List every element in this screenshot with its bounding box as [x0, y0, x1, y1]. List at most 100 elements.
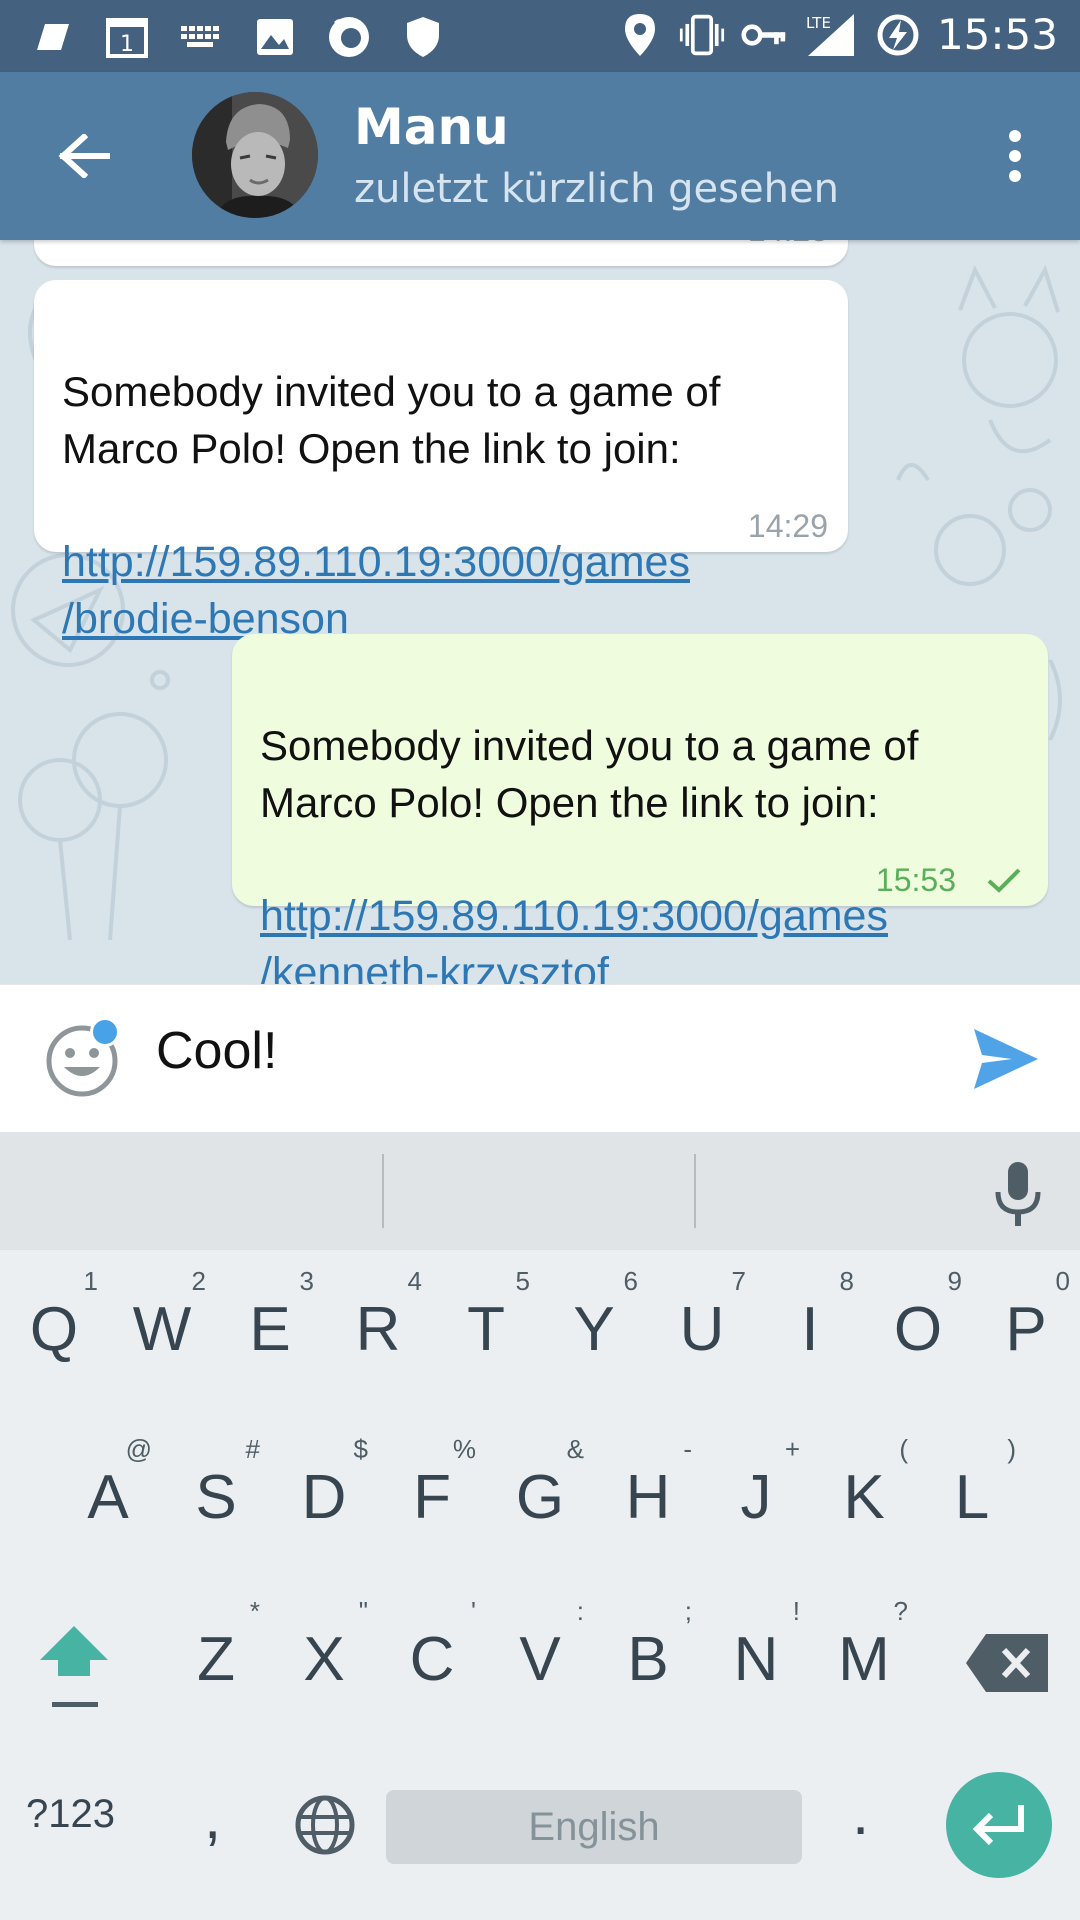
- send-button[interactable]: [968, 1021, 1044, 1097]
- key-r[interactable]: R4: [324, 1250, 432, 1400]
- shift-arrow-icon: [40, 1626, 108, 1707]
- key-v[interactable]: V:: [486, 1580, 594, 1730]
- key-x[interactable]: X ": [270, 1580, 378, 1730]
- comma-key[interactable]: ,: [204, 1782, 221, 1853]
- key-a[interactable]: A @: [54, 1418, 162, 1568]
- enter-arrow-icon: [972, 1805, 1024, 1846]
- contact-name[interactable]: Manu: [354, 98, 509, 156]
- key-hint: ": [358, 1596, 368, 1626]
- key-letter: K: [843, 1463, 885, 1532]
- key-letter: Q: [29, 1295, 79, 1364]
- key-letter: U: [679, 1295, 725, 1364]
- key-letter: X: [303, 1625, 345, 1694]
- message-bubble-outgoing[interactable]: Somebody invited you to a game of Marco …: [232, 634, 1048, 984]
- clock: 15:53: [936, 10, 1058, 59]
- status-bar: 1 LTE 15:53: [0, 0, 1080, 72]
- key-letter: J: [740, 1463, 772, 1532]
- key-letter: Z: [197, 1625, 235, 1694]
- key-f[interactable]: F%: [378, 1418, 486, 1568]
- key-n[interactable]: N!: [702, 1580, 810, 1730]
- key-letter: L: [954, 1463, 990, 1532]
- key-hint: 3: [299, 1266, 314, 1296]
- period-key[interactable]: .: [852, 1778, 869, 1849]
- vpn-key-icon: [741, 12, 787, 58]
- key-u[interactable]: U7: [648, 1250, 756, 1400]
- key-h[interactable]: H-: [594, 1418, 702, 1568]
- signal-icon: LTE: [803, 12, 859, 58]
- key-o[interactable]: O9: [864, 1250, 972, 1400]
- read-check-icon: [987, 868, 1021, 893]
- key-hint: 2: [191, 1266, 206, 1296]
- suggestion-divider: [694, 1154, 696, 1228]
- key-l[interactable]: L): [918, 1418, 1026, 1568]
- key-hint: 0: [1055, 1266, 1070, 1296]
- key-letter: F: [413, 1463, 451, 1532]
- key-letter: H: [625, 1463, 671, 1532]
- key-q[interactable]: Q1: [0, 1250, 108, 1400]
- key-p[interactable]: P0: [972, 1250, 1080, 1400]
- key-hint: $: [353, 1434, 368, 1464]
- key-hint: -: [683, 1434, 692, 1464]
- firefox-icon: [326, 14, 372, 60]
- key-j[interactable]: J +: [702, 1418, 810, 1568]
- calendar-icon: 1: [104, 14, 150, 60]
- key-letter: S: [195, 1463, 237, 1532]
- key-hint: 7: [731, 1266, 746, 1296]
- space-bar[interactable]: English: [386, 1790, 802, 1864]
- key-t[interactable]: T5: [432, 1250, 540, 1400]
- keyboard-icon: [178, 14, 224, 60]
- language-switch-button[interactable]: [292, 1792, 358, 1858]
- key-hint: %: [452, 1434, 476, 1464]
- keyboard: Q1W2E3R4T5Y6U7I8O9P0 A @ S # D $ F% G & H - J + K(L) …: [0, 1132, 1080, 1920]
- message-input[interactable]: Cool!: [156, 1021, 277, 1081]
- message-body: Somebody invited you to a game of Marco …: [62, 368, 721, 472]
- message-bubble-partial[interactable]: 14:28: [34, 240, 848, 266]
- key-hint: ): [1007, 1434, 1016, 1464]
- key-hint: @: [125, 1434, 152, 1464]
- avatar[interactable]: [192, 92, 318, 218]
- key-c[interactable]: C ': [378, 1580, 486, 1730]
- key-b[interactable]: B;: [594, 1580, 702, 1730]
- symbols-key[interactable]: ?123: [26, 1792, 115, 1837]
- key-hint: #: [245, 1434, 260, 1464]
- chat-history[interactable]: 14:28 Somebody invited you to a game of …: [0, 240, 1080, 984]
- network-type: LTE: [806, 14, 831, 32]
- key-letter: G: [515, 1463, 565, 1532]
- key-hint: ?: [893, 1596, 908, 1626]
- key-letter: R: [355, 1295, 401, 1364]
- enter-key[interactable]: [946, 1772, 1052, 1878]
- key-letter: C: [409, 1625, 455, 1694]
- key-k[interactable]: K(: [810, 1418, 918, 1568]
- key-z[interactable]: Z *: [162, 1580, 270, 1730]
- shield-icon: [400, 14, 446, 60]
- key-hint: 5: [515, 1266, 530, 1296]
- back-button[interactable]: [44, 116, 124, 196]
- key-hint: ;: [684, 1596, 692, 1626]
- contact-status: zuletzt kürzlich gesehen: [354, 166, 839, 212]
- voice-input-button[interactable]: [986, 1156, 1050, 1230]
- key-m[interactable]: M?: [810, 1580, 918, 1730]
- message-bubble-incoming[interactable]: Somebody invited you to a game of Marco …: [34, 280, 848, 643]
- key-hint: +: [784, 1434, 800, 1464]
- game-link[interactable]: http://159.89.110.19:3000/games /brodie-…: [62, 534, 720, 648]
- game-link[interactable]: http://159.89.110.19:3000/games /kenneth…: [260, 888, 918, 984]
- message-time: 15:53: [875, 862, 956, 898]
- shift-key[interactable]: [34, 1620, 154, 1730]
- key-d[interactable]: D $: [270, 1418, 378, 1568]
- more-options-button[interactable]: [980, 116, 1050, 196]
- key-letter: P: [1005, 1295, 1047, 1364]
- key-letter: B: [627, 1625, 669, 1694]
- key-hint: !: [792, 1596, 800, 1626]
- key-w[interactable]: W2: [108, 1250, 216, 1400]
- key-hint: (: [899, 1434, 908, 1464]
- key-y[interactable]: Y6: [540, 1250, 648, 1400]
- delete-key[interactable]: [962, 1626, 1052, 1700]
- message-time: 14:28: [748, 240, 828, 249]
- key-g[interactable]: G &: [486, 1418, 594, 1568]
- key-s[interactable]: S #: [162, 1418, 270, 1568]
- arrow-left-icon: [58, 134, 110, 178]
- chat-header: Manu zuletzt kürzlich gesehen: [0, 72, 1080, 240]
- key-hint: &: [566, 1434, 584, 1464]
- key-i[interactable]: I8: [756, 1250, 864, 1400]
- key-e[interactable]: E3: [216, 1250, 324, 1400]
